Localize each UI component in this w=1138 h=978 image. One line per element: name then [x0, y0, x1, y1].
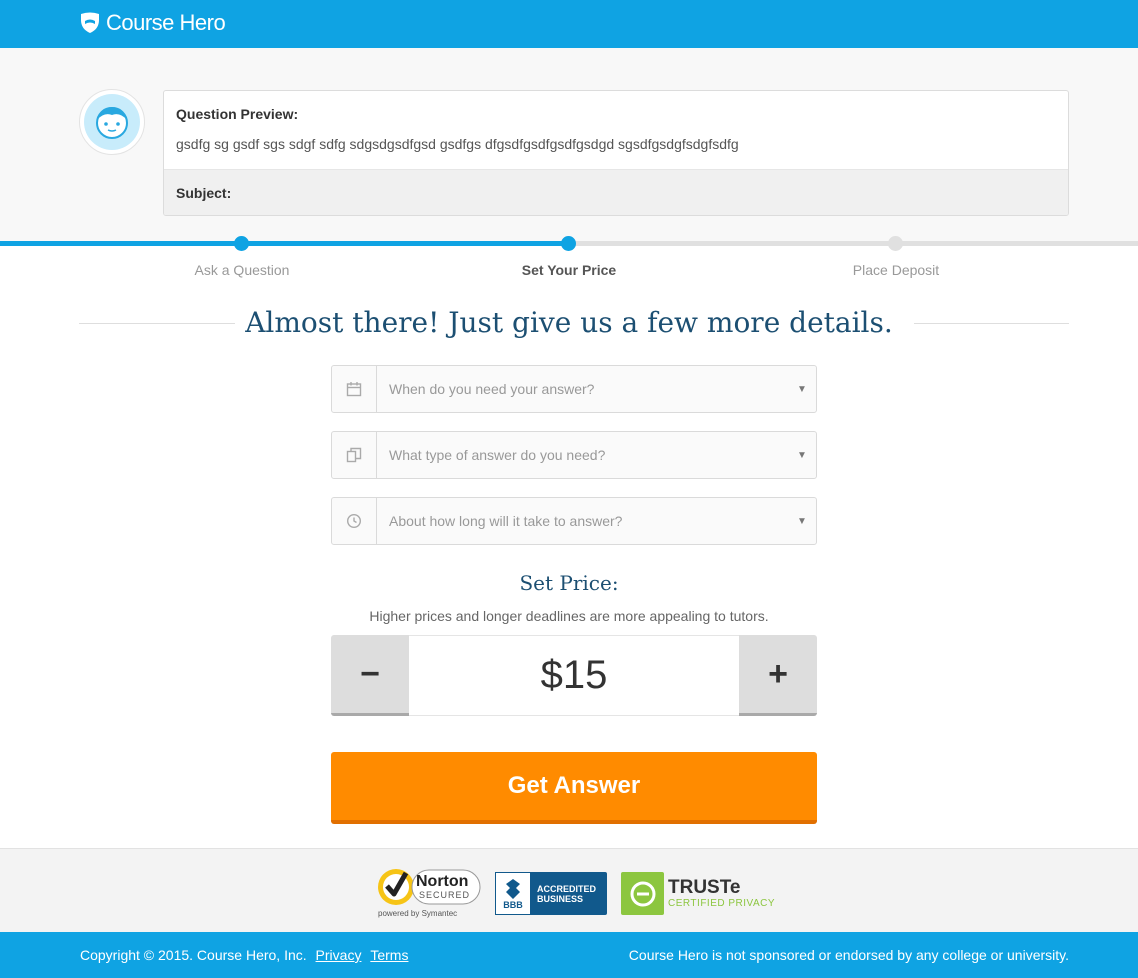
student-face-icon	[84, 94, 140, 150]
truste-logo-icon	[621, 872, 664, 915]
truste-badge[interactable]: TRUSTe CERTIFIED PRIVACY	[621, 872, 781, 915]
price-stepper: − $15 +	[331, 635, 817, 716]
clock-icon	[332, 498, 377, 544]
step-label-price: Set Your Price	[521, 262, 617, 278]
disclaimer-text: Course Hero is not sponsored or endorsed…	[628, 947, 1069, 963]
page-headline: Almost there! Just give us a few more de…	[245, 306, 893, 339]
progress-fill	[0, 241, 569, 246]
step-dot-deposit	[888, 236, 903, 251]
student-avatar	[79, 89, 145, 155]
norton-secured-text: SECURED	[419, 890, 470, 900]
duration-select[interactable]: About how long will it take to answer? ▼	[331, 497, 817, 545]
duration-placeholder: About how long will it take to answer?	[389, 513, 623, 529]
terms-link[interactable]: Terms	[370, 947, 408, 963]
bbb-text: ACCREDITED BUSINESS	[531, 884, 596, 904]
subject-row: Subject:	[164, 169, 1068, 215]
bbb-letters: BBB	[503, 899, 523, 910]
course-hero-logo[interactable]: Course Hero	[80, 10, 226, 36]
decrease-price-button[interactable]: −	[331, 635, 409, 716]
truste-text: TRUSTe CERTIFIED PRIVACY	[664, 877, 776, 910]
bbb-line1: ACCREDITED	[537, 883, 597, 894]
truste-name: TRUSTe	[668, 877, 741, 898]
get-answer-button[interactable]: Get Answer	[331, 752, 817, 824]
deadline-select[interactable]: When do you need your answer? ▼	[331, 365, 817, 413]
copyright-text: Copyright © 2015. Course Hero, Inc.	[80, 947, 307, 963]
dropdown-caret-icon: ▼	[797, 449, 807, 461]
privacy-link[interactable]: Privacy	[316, 947, 362, 963]
question-preview-text: gsdfg sg gsdf sgs sdgf sdfg sdgsdgsdfgsd…	[176, 136, 739, 152]
calendar-icon	[332, 366, 377, 412]
answer-type-select[interactable]: What type of answer do you need? ▼	[331, 431, 817, 479]
dropdown-caret-icon: ▼	[797, 515, 807, 527]
bbb-line2: BUSINESS	[537, 893, 584, 904]
footer-left: Copyright © 2015. Course Hero, Inc. Priv…	[80, 947, 408, 963]
answer-type-placeholder: What type of answer do you need?	[389, 447, 606, 463]
course-hero-shield-icon	[81, 12, 99, 33]
step-dot-price	[561, 236, 576, 251]
step-label-deposit: Place Deposit	[852, 262, 940, 278]
truste-subtitle: CERTIFIED PRIVACY	[668, 898, 776, 909]
deadline-placeholder: When do you need your answer?	[389, 381, 595, 397]
price-value[interactable]: $15	[409, 635, 739, 716]
footer: Copyright © 2015. Course Hero, Inc. Priv…	[0, 932, 1138, 978]
dropdown-caret-icon: ▼	[797, 383, 807, 395]
set-price-title: Set Price:	[519, 571, 619, 595]
answer-type-icon	[332, 432, 377, 478]
brand-name: Course Hero	[106, 10, 226, 35]
norton-name: Norton	[416, 873, 468, 890]
step-dot-ask	[234, 236, 249, 251]
set-price-subtitle: Higher prices and longer deadlines are m…	[369, 608, 769, 624]
bbb-accredited-badge[interactable]: BBB ACCREDITED BUSINESS	[495, 872, 607, 915]
question-preview-label: Question Preview:	[176, 106, 299, 122]
top-header: Course Hero	[0, 0, 1138, 48]
subject-label: Subject:	[176, 185, 232, 201]
step-label-ask: Ask a Question	[194, 262, 290, 278]
bbb-logo-icon: BBB	[495, 872, 531, 915]
question-preview-card: Question Preview: gsdfg sg gsdf sgs sdgf…	[163, 90, 1069, 216]
norton-secured-badge[interactable]: Norton SECURED powered by Symantec	[374, 862, 482, 920]
increase-price-button[interactable]: +	[739, 635, 817, 716]
norton-powered-text: powered by Symantec	[378, 909, 457, 918]
